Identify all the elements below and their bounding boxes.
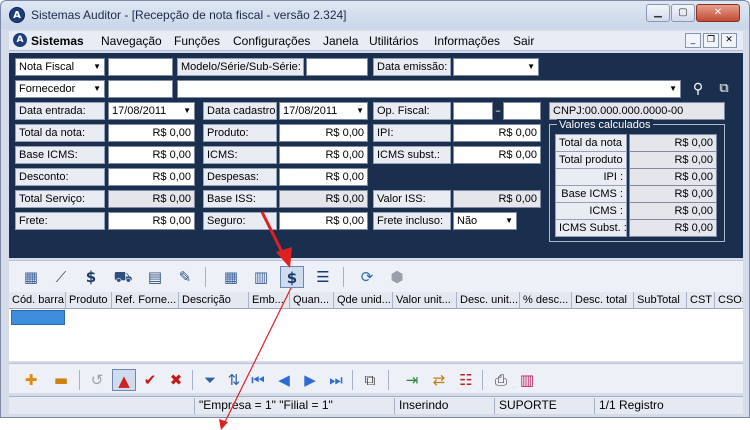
annotation-arrow-shaft xyxy=(260,211,286,257)
annotation-pointer-head xyxy=(219,419,228,430)
annotation-arrow-head xyxy=(276,247,292,268)
annotation-pointer-line xyxy=(223,287,292,425)
annotation-overlay xyxy=(219,211,292,430)
